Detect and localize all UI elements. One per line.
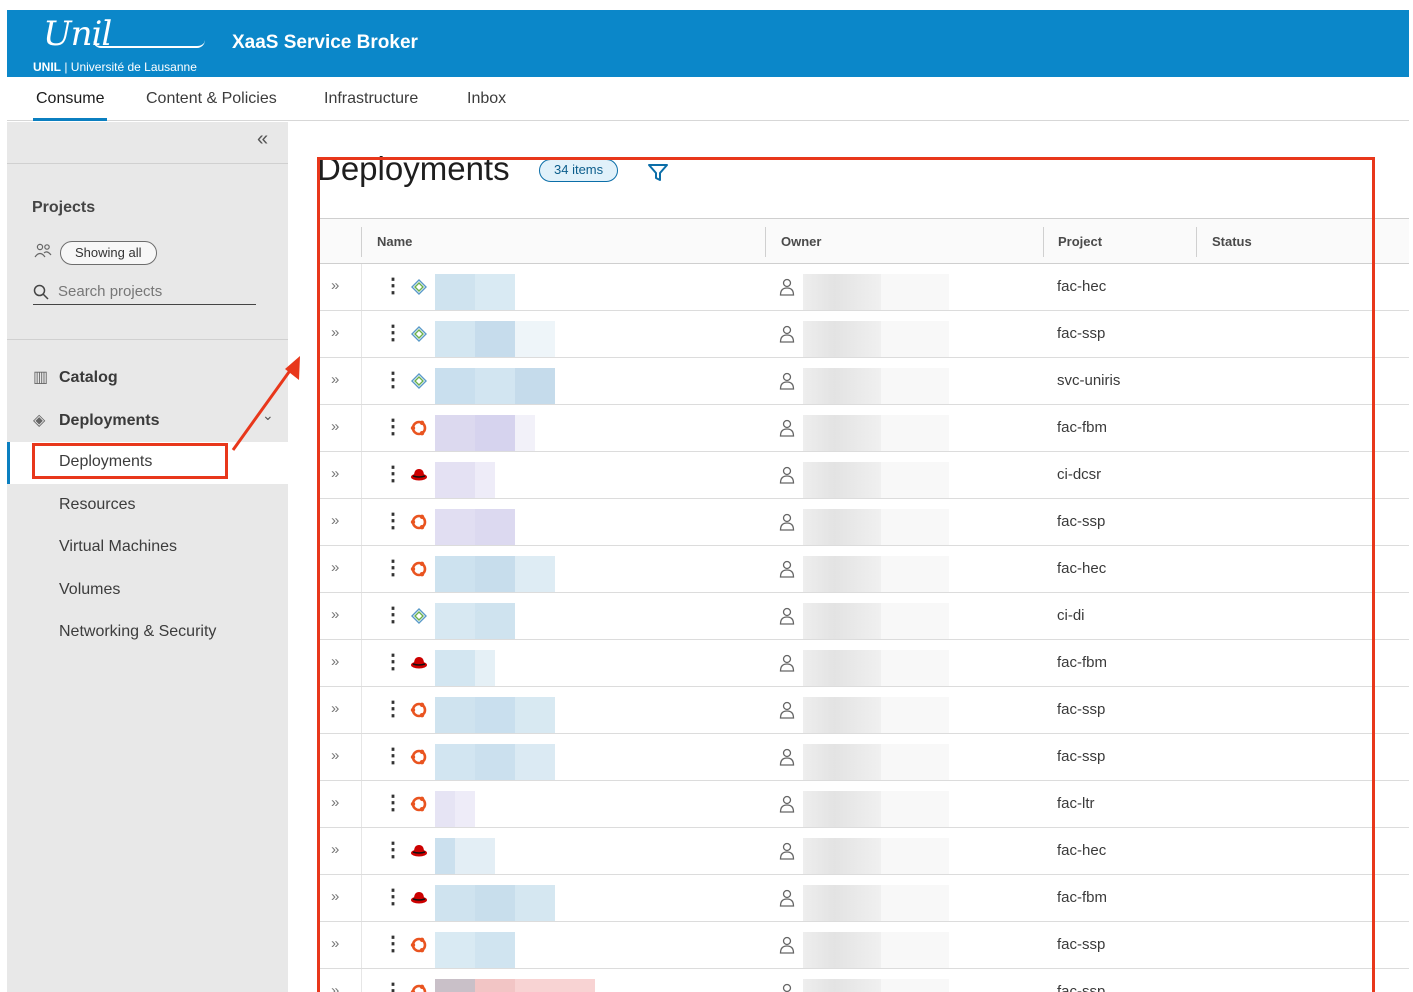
people-icon <box>34 243 52 258</box>
annotation-box-grid <box>317 157 1375 992</box>
sidebar-item-catalog[interactable]: ▥ Catalog <box>33 367 118 387</box>
tab-inbox[interactable]: Inbox <box>467 77 506 121</box>
sidebar-item-resources[interactable]: Resources <box>59 496 135 514</box>
chevron-down-icon[interactable]: ⌄ <box>262 407 274 424</box>
logo-subtitle: UNIL | Université de Lausanne <box>33 60 197 74</box>
search-placeholder: Search projects <box>58 283 163 300</box>
sidebar-item-deployments[interactable]: ◈ Deployments <box>33 410 159 430</box>
deployments-icon: ◈ <box>33 412 46 429</box>
showing-all-filter[interactable]: Showing all <box>60 241 157 265</box>
library-icon: ▥ <box>33 369 49 386</box>
sidebar-item-networking-security[interactable]: Networking & Security <box>59 623 216 641</box>
logo-sub-bold: UNIL <box>33 60 61 74</box>
logo-swoosh <box>93 40 205 48</box>
logo-sub-rest: | Université de Lausanne <box>61 60 197 74</box>
sidebar-item-volumes[interactable]: Volumes <box>59 581 120 599</box>
search-icon <box>33 284 49 300</box>
app-title: XaaS Service Broker <box>232 32 418 53</box>
sidebar-item-virtual-machines[interactable]: Virtual Machines <box>59 538 177 556</box>
unil-logo[interactable]: Unil UNIL | Université de Lausanne <box>33 14 233 76</box>
collapse-sidebar-button[interactable]: « <box>257 128 268 151</box>
tab-content-policies[interactable]: Content & Policies <box>146 77 277 121</box>
app-header: Unil UNIL | Université de Lausanne XaaS … <box>7 10 1409 77</box>
sidebar-divider <box>7 339 288 340</box>
app-frame: Unil UNIL | Université de Lausanne XaaS … <box>7 10 1409 992</box>
sidebar-divider <box>7 163 288 164</box>
sidebar: « Projects Showing all Search projects ▥… <box>7 122 288 992</box>
search-projects-field[interactable]: Search projects <box>33 277 256 305</box>
tab-consume[interactable]: Consume <box>32 77 108 121</box>
deployments-label: Deployments <box>59 412 160 429</box>
logo-script: Unil <box>43 14 112 54</box>
tab-infrastructure[interactable]: Infrastructure <box>324 77 418 121</box>
projects-heading: Projects <box>32 199 96 216</box>
top-navigation: Consume Content & Policies Infrastructur… <box>7 77 1409 121</box>
annotation-box-deployments <box>32 443 228 479</box>
catalog-label: Catalog <box>59 369 118 386</box>
